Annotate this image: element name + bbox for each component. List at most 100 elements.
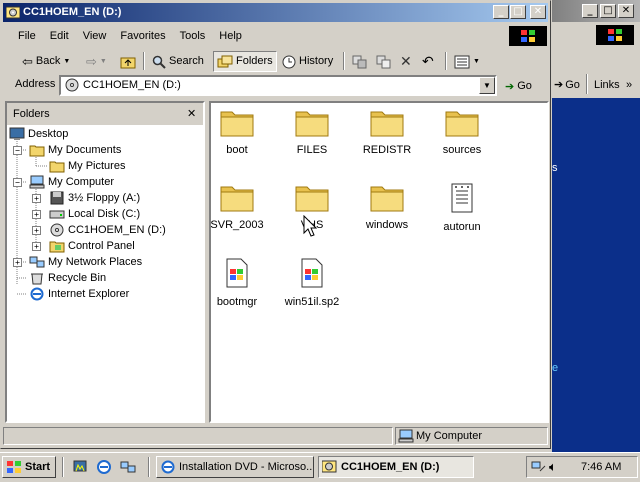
tree-item-my-documents[interactable]: My Documents: [29, 142, 121, 158]
expand-button[interactable]: +: [32, 226, 41, 235]
title-bar[interactable]: CC1HOEM_EN (D:) _ □ ✕: [3, 3, 548, 22]
file-item[interactable]: win51il.sp2: [276, 257, 348, 308]
system-file-icon: [226, 258, 248, 288]
minimize-button[interactable]: _: [493, 5, 509, 19]
quicklaunch-internet-explorer-icon[interactable]: [96, 459, 112, 475]
folder-item[interactable]: boot: [201, 107, 273, 156]
taskbar-button-installation-dvd[interactable]: Installation DVD - Microso...: [156, 456, 314, 478]
chevron-down-icon[interactable]: ▼: [473, 52, 480, 71]
background-links-button[interactable]: Links: [594, 75, 620, 95]
folders-button[interactable]: Folders: [213, 51, 277, 72]
forward-button[interactable]: ⇨ ▼: [83, 51, 110, 72]
background-text: e: [552, 362, 559, 374]
copy-to-button[interactable]: [373, 51, 395, 72]
quicklaunch-network-icon[interactable]: [120, 459, 136, 475]
menu-edit[interactable]: Edit: [43, 25, 76, 47]
address-dropdown-button[interactable]: ▼: [479, 77, 495, 94]
views-button[interactable]: ▼: [451, 51, 483, 72]
folders-pane-close-button[interactable]: ✕: [187, 103, 196, 125]
collapse-button[interactable]: −: [13, 146, 22, 155]
taskbar-separator: [62, 457, 64, 477]
tree-label: 3½ Floppy (A:): [68, 192, 141, 204]
folder-item[interactable]: windows: [351, 182, 423, 231]
recycle-bin-icon: [31, 273, 43, 285]
toolbar-separator: [343, 52, 345, 70]
undo-button[interactable]: ↶: [419, 51, 437, 72]
folder-icon: [220, 111, 254, 137]
chevron-down-icon[interactable]: ▼: [100, 52, 107, 71]
address-input[interactable]: CC1HOEM_EN (D:) ▼: [59, 75, 497, 96]
quicklaunch-desktop-icon[interactable]: [72, 459, 88, 475]
cdrom-icon: [321, 460, 338, 477]
tree-item-desktop[interactable]: Desktop: [9, 126, 68, 142]
menu-view[interactable]: View: [76, 25, 114, 47]
background-maximize-button[interactable]: □: [600, 4, 616, 18]
tree-item-my-pictures[interactable]: My Pictures: [49, 158, 125, 174]
history-icon: [282, 55, 296, 68]
status-location: My Computer: [416, 430, 483, 442]
background-close-button[interactable]: ✕: [618, 4, 634, 18]
menu-help[interactable]: Help: [212, 25, 249, 47]
desktop-icon: [9, 127, 25, 140]
mouse-cursor-icon: [303, 215, 317, 237]
chevron-right-icon[interactable]: »: [626, 75, 632, 95]
back-label: Back: [35, 55, 61, 67]
file-name: bootmgr: [216, 296, 258, 308]
background-go-button[interactable]: ➔ Go: [554, 75, 580, 95]
search-button[interactable]: Search: [149, 51, 207, 72]
taskbar: Start Installation DVD - Microso... CC1H…: [0, 452, 640, 480]
maximize-button[interactable]: □: [510, 5, 526, 19]
windows-logo-icon: [7, 461, 21, 473]
file-item[interactable]: autorun: [426, 182, 498, 233]
control-panel-icon: [49, 241, 65, 253]
tree-item-floppy[interactable]: 3½ Floppy (A:): [49, 190, 140, 206]
go-label: Go: [517, 80, 532, 92]
menu-file[interactable]: File: [11, 25, 43, 47]
delete-button[interactable]: ✕: [397, 51, 415, 72]
menu-favorites[interactable]: Favorites: [113, 25, 172, 47]
address-value: CC1HOEM_EN (D:): [83, 79, 181, 91]
menu-tools[interactable]: Tools: [173, 25, 213, 47]
folder-icon: [49, 161, 65, 173]
close-button[interactable]: ✕: [530, 5, 546, 19]
move-to-button[interactable]: [349, 51, 371, 72]
chevron-down-icon[interactable]: ▼: [63, 52, 70, 71]
tree-label: Local Disk (C:): [68, 208, 141, 220]
up-folder-button[interactable]: [117, 51, 139, 72]
internet-explorer-icon: [30, 287, 44, 301]
collapse-button[interactable]: −: [13, 178, 22, 187]
background-minimize-button[interactable]: _: [582, 4, 598, 18]
history-button[interactable]: History: [279, 51, 336, 72]
back-button[interactable]: ⇦ Back ▼: [19, 51, 73, 72]
expand-button[interactable]: +: [32, 242, 41, 251]
expand-button[interactable]: +: [32, 194, 41, 203]
tree-item-local-disk[interactable]: Local Disk (C:): [49, 206, 140, 222]
expand-button[interactable]: +: [13, 258, 22, 267]
start-button[interactable]: Start: [2, 456, 56, 478]
go-arrow-icon: ➔: [554, 79, 564, 91]
address-label: Address: [15, 78, 56, 90]
folder-icon: [295, 186, 329, 212]
taskbar-button-cc1hoem[interactable]: CC1HOEM_EN (D:): [318, 456, 474, 478]
file-name: sources: [442, 144, 482, 156]
tree-item-recycle-bin[interactable]: Recycle Bin: [29, 270, 106, 286]
tree-item-my-computer[interactable]: My Computer: [29, 174, 114, 190]
folder-icon: [220, 186, 254, 212]
tree-item-internet-explorer[interactable]: Internet Explorer: [29, 286, 129, 302]
network-connection-icon[interactable]: [531, 459, 547, 482]
file-item[interactable]: bootmgr: [201, 257, 273, 308]
tree-item-cdrom[interactable]: CC1HOEM_EN (D:): [49, 222, 166, 238]
folder-item[interactable]: REDISTR: [351, 107, 423, 156]
clock[interactable]: 7:46 AM: [581, 457, 621, 477]
tree-label: My Network Places: [48, 256, 143, 268]
volume-icon[interactable]: 🔈︎: [549, 457, 557, 477]
folder-item[interactable]: FILES: [276, 107, 348, 156]
folder-item[interactable]: sources: [426, 107, 498, 156]
tree-label: My Pictures: [68, 160, 126, 172]
expand-button[interactable]: +: [32, 210, 41, 219]
tree-item-network-places[interactable]: My Network Places: [29, 254, 142, 270]
tree-item-control-panel[interactable]: Control Panel: [49, 238, 135, 254]
folder-item[interactable]: SVR_2003: [201, 182, 273, 231]
taskbar-separator: [148, 457, 150, 477]
go-button[interactable]: ➔ Go: [505, 76, 532, 96]
